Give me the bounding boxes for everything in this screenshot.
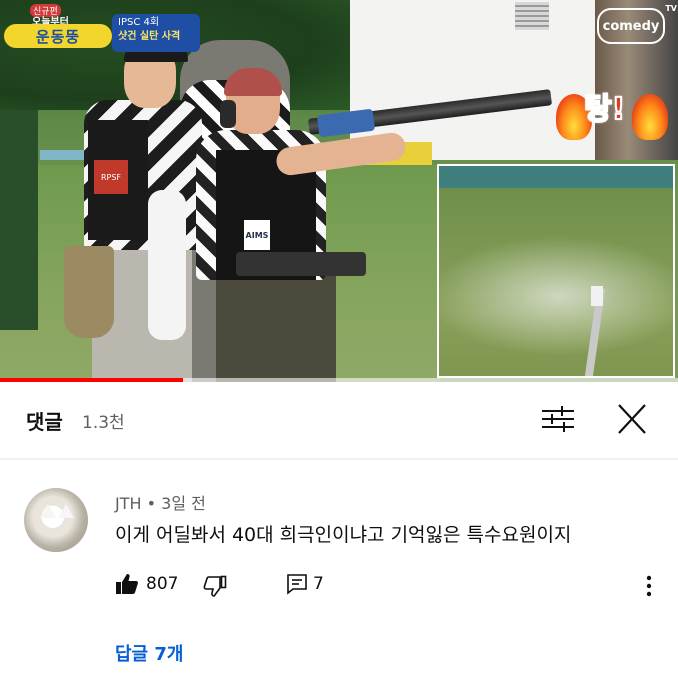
episode-caption: IPSC 4회 샷건 실탄 사격 (112, 14, 200, 52)
bang-caption: 탕! (556, 82, 668, 144)
shooter-pants (216, 276, 336, 382)
show-title-main: 운동뚱 (4, 24, 112, 48)
header-divider (0, 458, 678, 460)
avatar-cat-ear (58, 504, 74, 518)
range-post (0, 110, 38, 330)
thumbs-up-icon[interactable] (115, 572, 139, 596)
target-stake-top (591, 286, 603, 306)
comment-author[interactable]: JTH (115, 494, 142, 513)
instructor-patch: RPSF (94, 160, 128, 194)
channel-logo: comedy TV (597, 4, 677, 44)
channel-logo-text: comedy (602, 18, 660, 34)
comment-text: 이게 어딜봐서 40대 희극인이냐고 기억잃은 특수요원이지 (115, 524, 572, 546)
shooter-hair (224, 68, 282, 96)
filter-sliders-icon[interactable] (540, 404, 576, 434)
episode-caption-line2: 샷건 실탄 사격 (118, 31, 181, 42)
bang-caption-text: 탕! (583, 91, 626, 128)
building-vent (515, 2, 549, 30)
show-logo: 신규편 오늘부터 운동뚱 (2, 4, 114, 50)
avatar[interactable] (24, 488, 88, 552)
comments-header: 댓글 1.3천 (0, 382, 678, 459)
shooter-belt (236, 252, 366, 276)
comments-count: 1.3천 (82, 413, 125, 433)
like-count: 807 (146, 574, 179, 594)
more-vert-icon[interactable] (639, 572, 659, 600)
gun-smoke (439, 236, 673, 356)
close-icon[interactable] (614, 402, 650, 436)
view-replies-link[interactable]: 답글 7개 (115, 640, 183, 666)
channel-logo-sup: TV (665, 4, 677, 13)
reply-count: 7 (313, 574, 324, 594)
video-player[interactable]: RPSF AIMS 신규편 오늘부터 운동뚱 IPSC 4회 샷건 실탄 사격 … (0, 0, 678, 382)
comment-meta: JTH • 3일 전 (115, 490, 206, 514)
fire-icon (632, 94, 668, 140)
comment-actions: 807 7 (115, 568, 675, 604)
thumbs-down-icon[interactable] (203, 574, 227, 598)
comments-title: 댓글 (26, 410, 63, 434)
instructor-bag (64, 246, 114, 338)
comment-time: 3일 전 (161, 494, 206, 513)
reply-icon[interactable] (285, 572, 309, 596)
shooter-vest-logo: AIMS (244, 220, 270, 250)
meta-separator: • (146, 494, 157, 513)
avatar-cat-ear (40, 504, 56, 518)
instructor-sleeve (148, 190, 186, 340)
inset-target-view (437, 164, 675, 378)
episode-caption-line1: IPSC 4회 (118, 17, 160, 28)
shooter-earmuff (220, 100, 236, 128)
